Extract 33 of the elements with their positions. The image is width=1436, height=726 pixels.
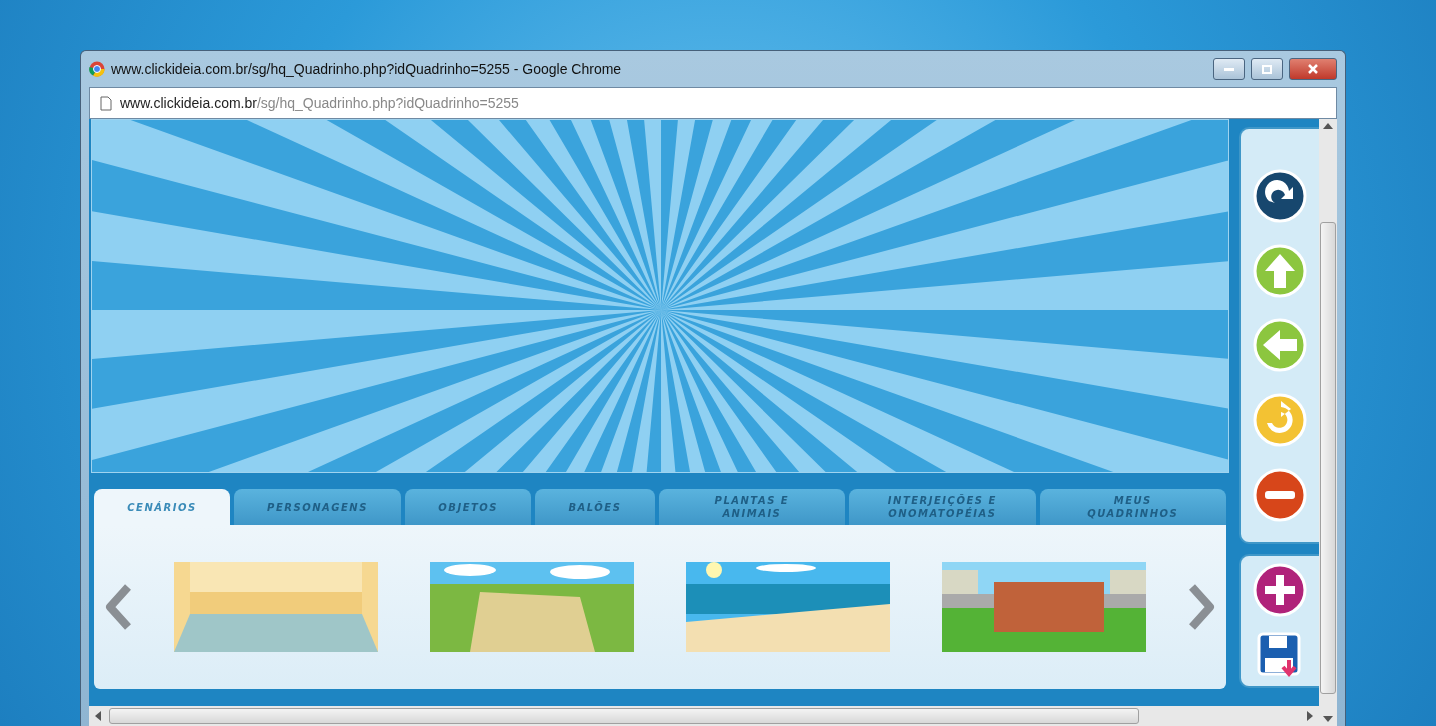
maximize-icon xyxy=(1262,64,1272,74)
address-bar[interactable]: www.clickideia.com.br/sg/hq_Quadrinho.php?idQuadrinho=5255 xyxy=(89,87,1337,119)
minimize-button[interactable] xyxy=(1213,58,1245,80)
minus-icon[interactable] xyxy=(1253,467,1307,522)
scroll-down-icon[interactable] xyxy=(1323,714,1333,724)
url-path: /sg/hq_Quadrinho.php?idQuadrinho=5255 xyxy=(256,95,519,111)
vertical-scrollbar[interactable] xyxy=(1319,119,1337,726)
horizontal-scrollbar[interactable] xyxy=(89,706,1319,726)
scroll-up-icon[interactable] xyxy=(1323,121,1333,131)
browser-logo-icon xyxy=(89,61,105,77)
category-tab[interactable]: PERSONAGENS xyxy=(233,489,402,525)
scene-thumbnail[interactable] xyxy=(174,562,378,652)
category-tab[interactable]: BALÕES xyxy=(535,489,655,525)
url-host: www.clickideia.com.br xyxy=(120,95,257,111)
scene-thumbnail[interactable] xyxy=(942,562,1146,652)
chevron-left-icon[interactable] xyxy=(104,583,134,631)
scroll-left-icon[interactable] xyxy=(93,711,103,721)
close-button[interactable] xyxy=(1289,58,1337,80)
window-title: www.clickideia.com.br/sg/hq_Quadrinho.php?idQuadrinho=5255 - Google Chrome xyxy=(111,61,623,77)
category-tab[interactable]: CENÁRIOS xyxy=(94,489,230,525)
category-tab[interactable]: OBJETOS xyxy=(405,489,532,525)
category-tab[interactable]: INTERJEIÇÕES E ONOMATOPÉIAS xyxy=(849,489,1036,525)
scroll-right-icon[interactable] xyxy=(1305,711,1315,721)
maximize-button[interactable] xyxy=(1251,58,1283,80)
page-icon xyxy=(100,95,112,111)
close-icon xyxy=(1308,64,1318,74)
scene-thumbnail[interactable] xyxy=(686,562,890,652)
plus-icon[interactable] xyxy=(1253,562,1307,617)
minimize-icon xyxy=(1224,67,1234,71)
category-tab[interactable]: PLANTAS E ANIMAIS xyxy=(658,489,846,525)
category-tab[interactable]: MEUS QUADRINHOS xyxy=(1039,489,1226,525)
chevron-right-icon[interactable] xyxy=(1186,583,1216,631)
scene-thumbnail[interactable] xyxy=(430,562,634,652)
